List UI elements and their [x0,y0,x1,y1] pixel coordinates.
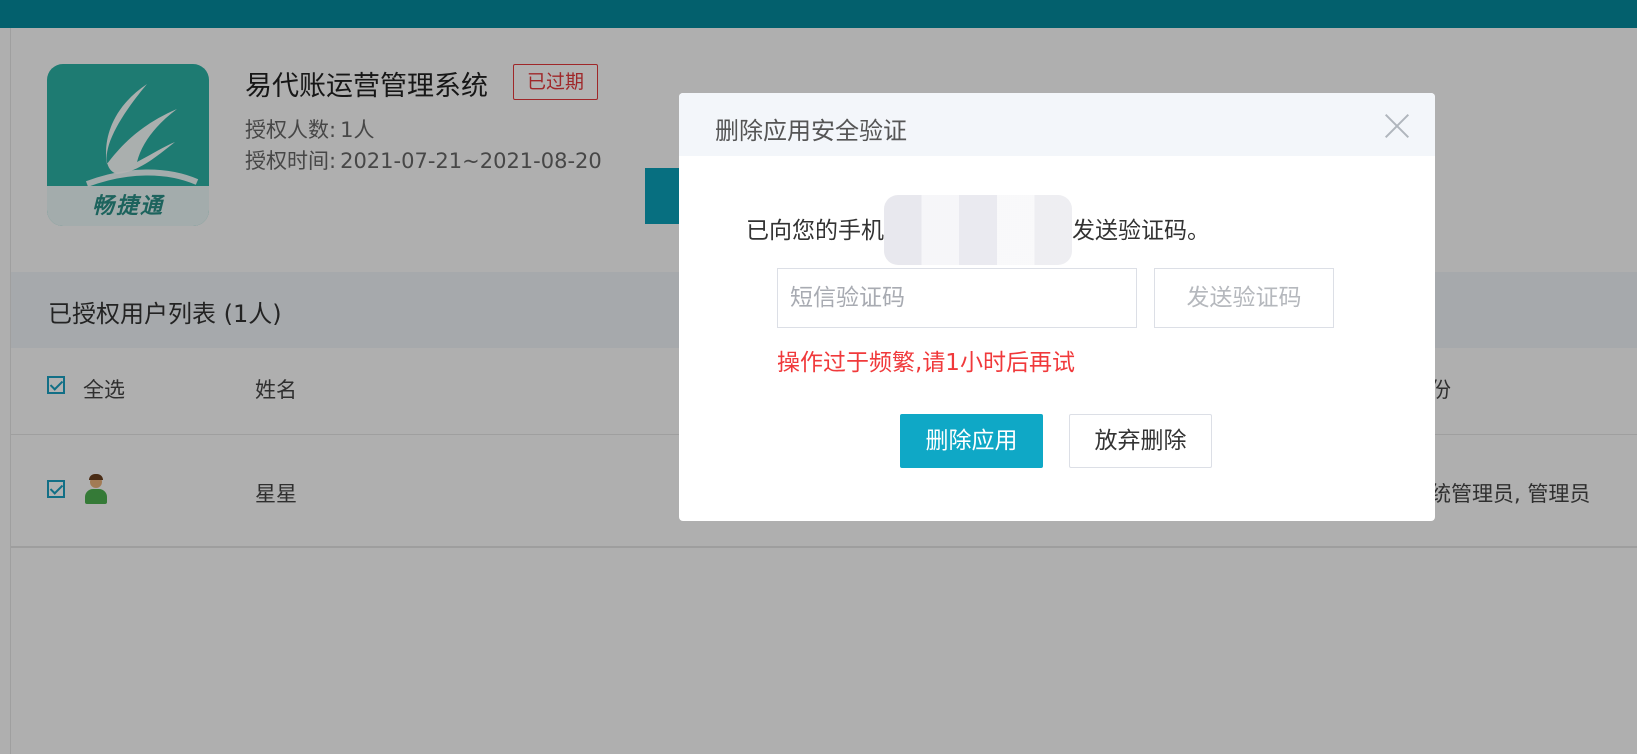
redacted-phone-number [884,194,1072,265]
close-icon[interactable] [1384,113,1410,139]
delete-app-button[interactable]: 删除应用 [900,414,1043,468]
sms-code-input[interactable] [777,268,1137,328]
send-code-button[interactable]: 发送验证码 [1154,268,1334,328]
code-sent-message: 已向您的手机 发送验证码。 [746,194,1210,265]
code-sent-prefix: 已向您的手机 [746,218,884,244]
dialog-title: 删除应用安全验证 [715,117,907,145]
error-message: 操作过于频繁,请1小时后再试 [777,350,1075,376]
code-sent-suffix: 发送验证码。 [1072,218,1210,244]
delete-app-verification-dialog: 删除应用安全验证 已向您的手机 发送验证码。 发送验证码 操作过于频繁,请1小时后… [679,93,1435,521]
cancel-delete-button[interactable]: 放弃删除 [1069,414,1212,468]
dialog-header: 删除应用安全验证 [679,93,1435,156]
